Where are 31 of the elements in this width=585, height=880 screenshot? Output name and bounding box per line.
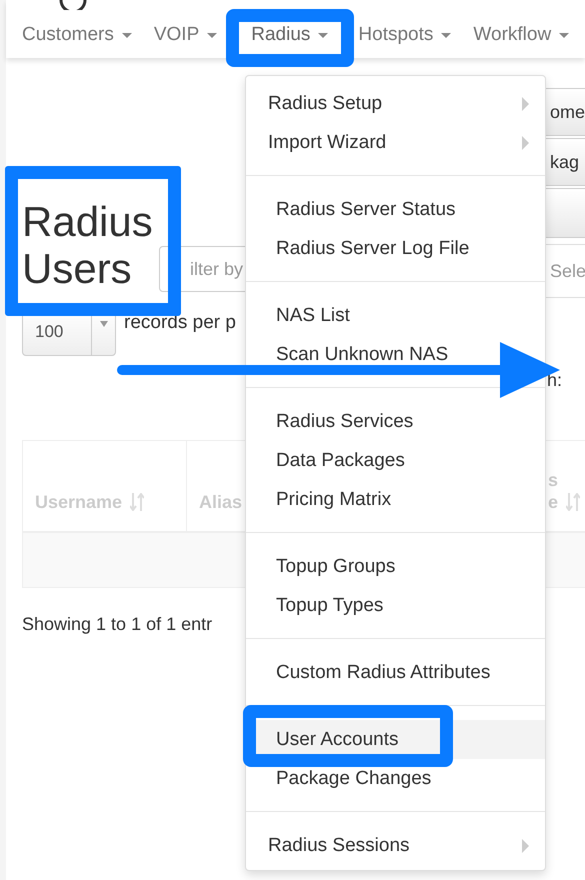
menu-item[interactable]: Topup Groups [276,554,396,578]
nav-menu-item[interactable]: Customers [22,24,132,46]
caret-icon [100,321,108,327]
nav-menu-item[interactable]: VOIP [154,24,218,46]
logo-icon [58,0,88,10]
page-size-label: records per p [124,312,236,334]
menu-item[interactable]: Data Packages [276,448,405,472]
nav-menu-item[interactable]: Hotspots [358,24,452,46]
menu-item[interactable]: Import Wizard [268,130,386,154]
menu-item[interactable]: User Accounts [276,728,398,752]
menu-item[interactable]: Radius Setup [268,92,382,116]
submenu-arrow-icon [522,838,529,852]
menu-item[interactable]: Radius Services [276,410,414,434]
toolbar-button[interactable]: ome [545,88,585,136]
toolbar-button[interactable]: kag [545,138,585,186]
nav-menu-item[interactable]: Workflow [473,24,570,46]
page-title: Radius Users [22,198,149,292]
menu-item[interactable]: Package Changes [276,766,432,790]
submenu-arrow-icon [522,96,529,110]
menu-item[interactable]: NAS List [276,304,350,328]
menu-item[interactable]: Pricing Matrix [276,488,392,512]
menu-item[interactable]: Radius Sessions [268,834,410,858]
menu-item[interactable]: Custom Radius Attributes [276,660,490,684]
menu-item[interactable]: Radius Server Log File [276,236,470,260]
menu-item[interactable]: Radius Server Status [276,198,456,222]
menu-item[interactable]: Scan Unknown NAS [276,342,448,366]
submenu-arrow-icon [522,136,529,150]
select-field[interactable]: Sele [545,244,585,298]
table-info: Showing 1 to 1 of 1 entr [22,614,214,635]
nav-menu-item[interactable]: Radius [239,24,336,46]
menu-item[interactable]: Topup Types [276,594,384,618]
